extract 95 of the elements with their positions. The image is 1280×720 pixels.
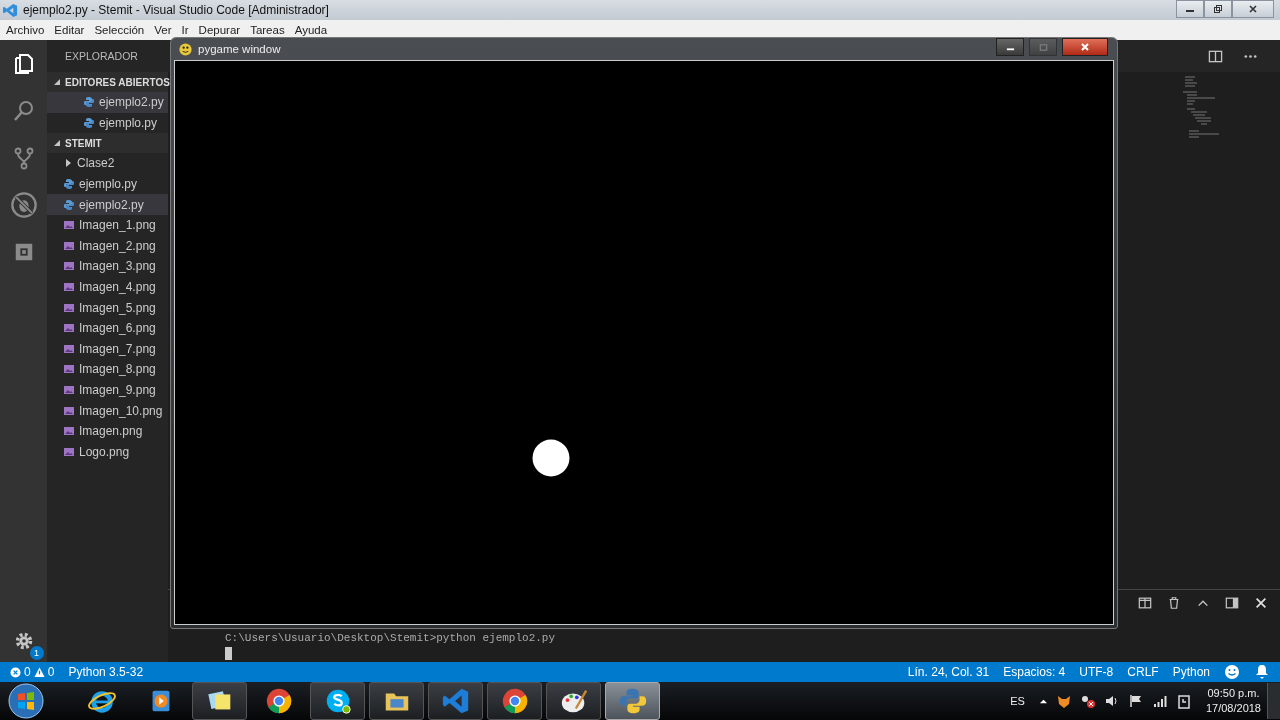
menu-item[interactable]: Ir [177,23,193,37]
start-button[interactable] [8,683,44,719]
status-item[interactable]: Espacios: 4 [1003,665,1066,679]
close-icon[interactable] [1254,596,1268,610]
disclosure-triangle-icon [63,158,73,169]
status-item[interactable]: CRLF [1127,665,1159,679]
disclosure-triangle-icon [53,78,61,86]
taskbar-button[interactable] [546,682,601,720]
python-file-icon [63,198,75,211]
text-cursor [225,647,232,660]
taskbar-button[interactable] [192,682,247,720]
status-item[interactable]: Python [1172,665,1210,679]
file-item[interactable]: Imagen_4.png [47,276,168,298]
section-header[interactable]: EDITORES ABIERTOS [47,72,168,92]
status-item[interactable]: UTF-8 [1079,665,1114,679]
close-icon [1080,42,1090,52]
image-file-icon [63,404,75,417]
file-item[interactable]: Clase2 [47,153,168,174]
image-file-icon [63,260,75,273]
minimize-button[interactable] [1176,0,1204,18]
maximize-icon [1038,42,1048,52]
file-item[interactable]: ejemplo2.py [47,194,168,215]
error-icon [10,666,21,678]
game-window-title: pygame window [198,43,281,55]
image-file-icon [63,384,75,396]
image-file-icon [63,219,75,232]
restore-button[interactable] [1204,0,1232,18]
clock-time[interactable]: 09:50 p.m. [1207,686,1260,701]
warning-icon [33,666,45,678]
speaker-icon[interactable] [1103,693,1120,709]
file-item[interactable]: Logo.png [47,441,168,463]
window-title: ejemplo2.py - Stemit - Visual Studio Code [Administrador] [23,3,329,17]
split-terminal-icon[interactable] [1138,596,1152,610]
file-item[interactable]: Imagen_10.png [47,400,168,421]
disclosure-triangle-icon [53,139,61,148]
file-item[interactable]: ejemplo.py [47,112,168,134]
file-item[interactable]: Imagen_9.png [47,379,168,401]
file-item[interactable]: Imagen_7.png [47,338,168,360]
sidebar-title: EXPLORADOR [65,50,138,62]
image-file-icon [63,281,75,294]
menu-item[interactable]: Selección [90,23,149,37]
image-file-icon [63,363,75,376]
image-file-icon [63,425,75,438]
ball-drawing [532,439,570,477]
bell-icon[interactable] [1254,664,1270,680]
file-item[interactable]: Imagen.png [47,420,168,442]
language-indicator[interactable]: ES [1010,695,1025,707]
minimize-button[interactable] [996,38,1024,56]
taskbar-button[interactable] [310,682,365,720]
file-item[interactable]: Imagen_5.png [47,297,168,318]
fox-icon[interactable] [1055,693,1072,709]
network-error-icon[interactable] [1079,693,1096,709]
trash-icon[interactable] [1167,596,1181,610]
python-file-icon [83,96,95,109]
python-file-icon [63,178,75,191]
interpreter-status[interactable]: Python 3.5-32 [68,665,144,679]
close-button[interactable] [1062,38,1108,56]
smiley-icon[interactable] [1224,664,1240,680]
python-file-icon [83,116,95,129]
image-file-icon [63,239,75,252]
taskbar-button[interactable] [487,682,542,720]
menu-item[interactable]: Archivo [2,23,49,37]
signal-icon[interactable] [1151,693,1168,709]
menu-item[interactable]: Editar [50,23,89,37]
code-editor-icon [3,2,18,18]
image-file-icon [63,342,75,355]
menu-item[interactable]: Tareas [246,23,289,37]
image-file-icon [63,445,75,458]
taskbar-button[interactable] [369,682,424,720]
image-file-icon [63,301,75,314]
file-item[interactable]: Imagen_2.png [47,235,168,257]
menu-item[interactable]: Depurar [194,23,245,37]
file-item[interactable]: Imagen_6.png [47,317,168,339]
file-item[interactable]: Imagen_1.png [47,214,168,236]
python-icon [617,686,648,716]
clock-date[interactable]: 17/08/2018 [1205,701,1261,716]
flag-icon[interactable] [1127,693,1144,709]
close-icon [1248,4,1258,14]
terminal-line: C:\Users\Usuario\Desktop\Stemit>python ejemplo2.py [225,632,557,645]
notification-badge: 1 [29,646,44,660]
file-item[interactable]: Imagen_8.png [47,359,168,380]
image-file-icon [63,322,75,335]
file-item[interactable]: ejemplo2.py [47,92,168,113]
menu-item[interactable]: Ver [150,23,176,37]
code-editor-icon [440,686,471,716]
file-item[interactable]: Imagen_3.png [47,256,168,277]
file-item[interactable]: ejemplo.py [47,173,168,195]
problems-status[interactable]: 0 0 [10,665,55,679]
restore-icon [1213,4,1223,14]
section-header[interactable]: STEMIT [47,133,168,154]
minimap-drawing [1182,76,1220,138]
split-editor-icon[interactable] [1208,48,1223,64]
toggle-panel-icon[interactable] [1225,596,1239,610]
menu-item[interactable]: Ayuda [290,23,332,37]
status-item[interactable]: Lín. 24, Col. 31 [907,665,990,679]
